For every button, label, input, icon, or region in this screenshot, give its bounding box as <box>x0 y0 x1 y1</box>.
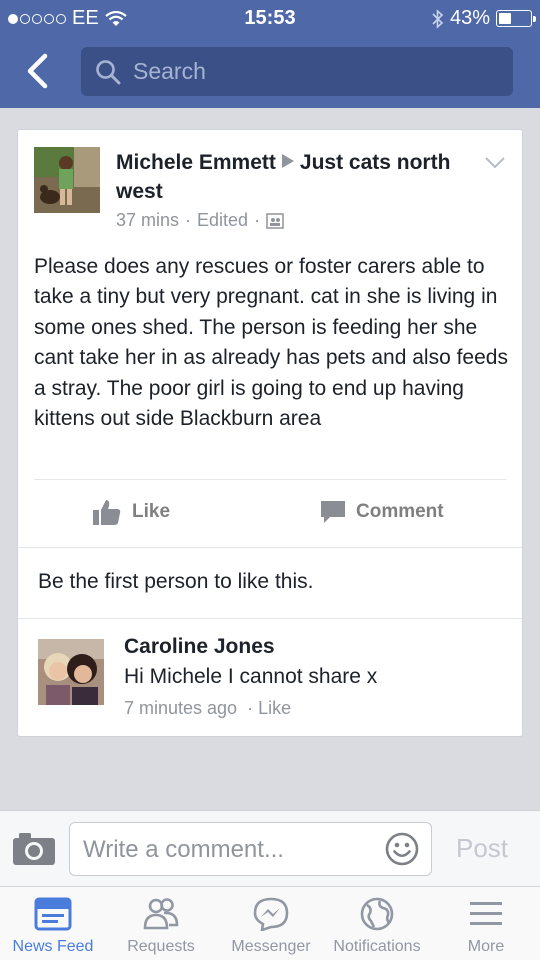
meta-separator: · <box>242 698 254 718</box>
post-meta: 37 mins · Edited · <box>116 210 284 231</box>
tab-news-feed[interactable]: News Feed <box>0 887 106 960</box>
comment-button[interactable]: Comment <box>320 494 444 530</box>
comment-time: 7 minutes ago <box>124 698 238 718</box>
group-icon <box>266 212 284 229</box>
camera-button[interactable] <box>13 833 55 865</box>
bluetooth-icon <box>432 8 444 29</box>
battery-icon <box>496 10 536 27</box>
chevron-down-icon <box>485 157 505 169</box>
chevron-left-icon <box>27 53 48 89</box>
search-icon <box>96 59 121 84</box>
requests-icon <box>143 898 179 930</box>
smiley-icon[interactable] <box>385 832 419 866</box>
post-options-button[interactable] <box>484 156 506 170</box>
comment-label: Comment <box>356 501 444 522</box>
like-label: Like <box>132 501 171 522</box>
comment-bubble-icon <box>321 501 345 523</box>
post-button[interactable]: Post <box>456 833 508 864</box>
thumbs-up-icon <box>93 500 121 525</box>
tab-label: News Feed <box>12 938 94 955</box>
menu-icon <box>470 902 502 925</box>
post-time[interactable]: 37 mins <box>116 210 179 231</box>
tab-label: Notifications <box>333 938 421 955</box>
camera-icon <box>13 833 55 865</box>
tab-messenger[interactable]: Messenger <box>216 887 326 960</box>
post-card: Michele Emmett Just cats north west 37 mi… <box>17 129 523 737</box>
commenter-name[interactable]: Caroline Jones <box>124 635 275 659</box>
commenter-avatar[interactable] <box>38 639 104 705</box>
meta-separator: · <box>254 210 261 230</box>
comment-text: Hi Michele I cannot share x <box>124 665 378 688</box>
tab-label: More <box>467 938 505 955</box>
divider <box>34 479 506 480</box>
comment-meta: 7 minutes ago · Like <box>124 698 291 719</box>
edited-label[interactable]: Edited <box>197 210 248 231</box>
likes-summary: Be the first person to like this. <box>38 570 314 593</box>
search-input[interactable]: Search <box>81 47 513 96</box>
tab-label: Messenger <box>231 938 311 955</box>
comment-input[interactable]: Write a comment... <box>69 822 432 876</box>
post-body: Please does any rescues or foster carers… <box>34 255 508 431</box>
post-header: Michele Emmett Just cats north west <box>116 148 476 206</box>
like-button[interactable]: Like <box>92 494 170 530</box>
shared-to-arrow-icon <box>281 154 294 168</box>
comment-placeholder: Write a comment... <box>83 836 284 863</box>
author-avatar[interactable] <box>34 147 100 213</box>
status-bar: EE 15:53 43% <box>0 0 540 36</box>
tab-label: Requests <box>127 938 195 955</box>
battery-percent: 43% <box>449 7 490 29</box>
search-placeholder: Search <box>133 58 206 84</box>
divider <box>18 618 522 619</box>
back-button[interactable] <box>18 50 58 92</box>
tab-requests[interactable]: Requests <box>106 887 216 960</box>
comment-composer: Write a comment... Post <box>0 810 540 886</box>
tab-bar: News Feed Requests Messenger Notificatio… <box>0 886 540 960</box>
messenger-icon <box>253 897 289 931</box>
divider <box>18 547 522 548</box>
comment-like-link[interactable]: Like <box>258 698 291 718</box>
top-header: EE 15:53 43% Search <box>0 0 540 108</box>
tab-more[interactable]: More <box>432 887 540 960</box>
globe-icon <box>360 897 394 931</box>
status-right: 43% <box>432 7 536 30</box>
tab-notifications[interactable]: Notifications <box>322 887 432 960</box>
meta-separator: · <box>185 210 192 230</box>
news-feed-icon <box>34 897 72 931</box>
author-name[interactable]: Michele Emmett <box>116 151 276 174</box>
